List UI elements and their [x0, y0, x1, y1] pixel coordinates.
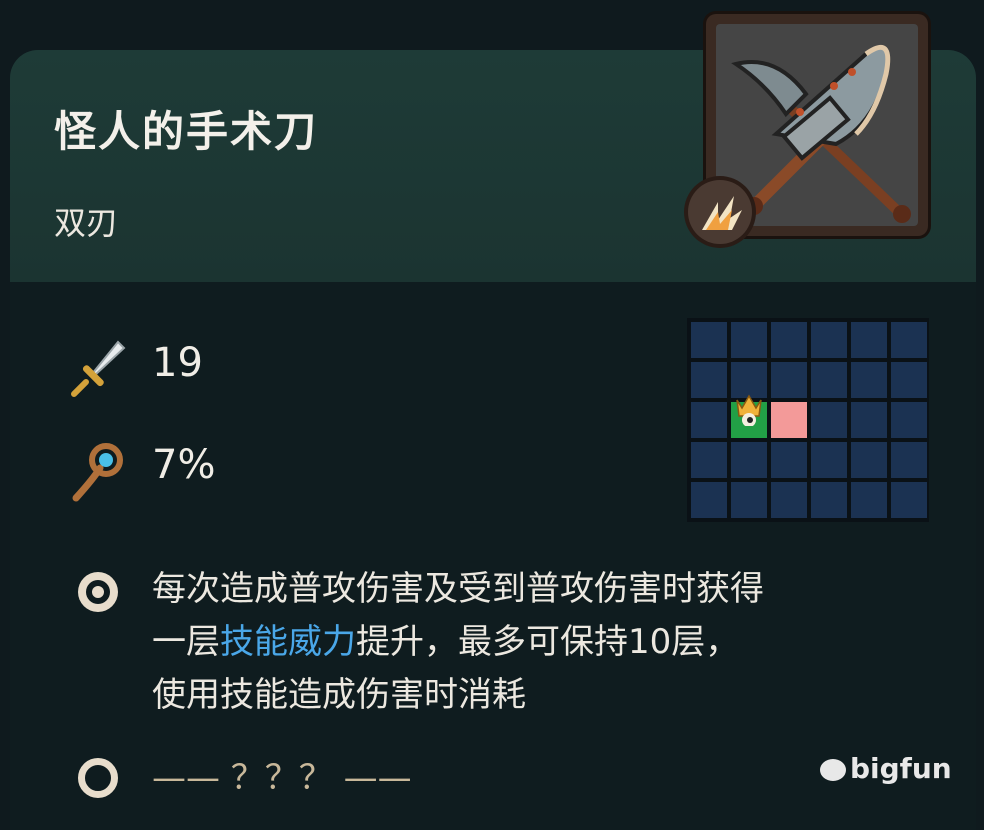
sword-icon — [66, 336, 130, 400]
grid-cell — [851, 482, 887, 518]
effect-line-2: 一层技能威力提升，最多可保持10层， — [152, 616, 932, 669]
grid-cell-hit — [771, 402, 807, 438]
keyword-skill-power[interactable]: 技能威力 — [220, 622, 356, 662]
effect-line-2-pre: 一层 — [152, 622, 220, 662]
attack-value: 19 — [152, 340, 203, 386]
grid-cell — [811, 482, 847, 518]
grid-cell — [811, 322, 847, 358]
grid-cell — [851, 442, 887, 478]
grid-cell — [691, 482, 727, 518]
grid-cell — [891, 402, 927, 438]
effect-description: 每次造成普攻伤害及受到普攻伤害时获得 一层技能威力提升，最多可保持10层， 使用… — [152, 563, 932, 722]
effect-line-3: 使用技能造成伤害时消耗 — [152, 675, 526, 715]
grid-cell — [811, 442, 847, 478]
grid-cell — [851, 322, 887, 358]
grid-cell — [771, 322, 807, 358]
item-name: 怪人的手术刀 — [54, 107, 319, 156]
burst-icon — [688, 180, 752, 244]
grid-cell — [691, 322, 727, 358]
grid-cell — [691, 442, 727, 478]
grid-cell — [731, 442, 767, 478]
grid-cell — [731, 482, 767, 518]
attack-range-grid — [687, 318, 929, 522]
character-marker-icon — [736, 394, 762, 426]
grid-cell — [731, 322, 767, 358]
grid-cell — [771, 362, 807, 398]
grid-cell — [891, 442, 927, 478]
item-type: 双刃 — [54, 204, 119, 242]
effect-line-1: 每次造成普攻伤害及受到普攻伤害时获得 — [152, 569, 764, 609]
effect-line-2-post: 提升，最多可保持10层， — [356, 622, 740, 662]
grid-cell-self — [731, 394, 767, 438]
bigfun-watermark: bigfun — [820, 752, 952, 785]
grid-cell — [691, 362, 727, 398]
grid-cell — [811, 362, 847, 398]
grid-cell — [891, 362, 927, 398]
empty-ring-icon — [78, 758, 118, 798]
grid-cell — [771, 442, 807, 478]
grid-cell — [811, 402, 847, 438]
crit-value: 7% — [152, 442, 216, 488]
grid-cell — [851, 402, 887, 438]
locked-effect: —— ？？？ —— — [152, 758, 412, 798]
grid-cell — [851, 362, 887, 398]
filled-ring-icon — [78, 572, 118, 612]
grid-cell — [691, 402, 727, 438]
grid-cell — [891, 322, 927, 358]
grid-cell — [771, 482, 807, 518]
staff-icon — [66, 438, 130, 502]
watermark-text: bigfun — [850, 752, 952, 785]
grid-cell — [891, 482, 927, 518]
